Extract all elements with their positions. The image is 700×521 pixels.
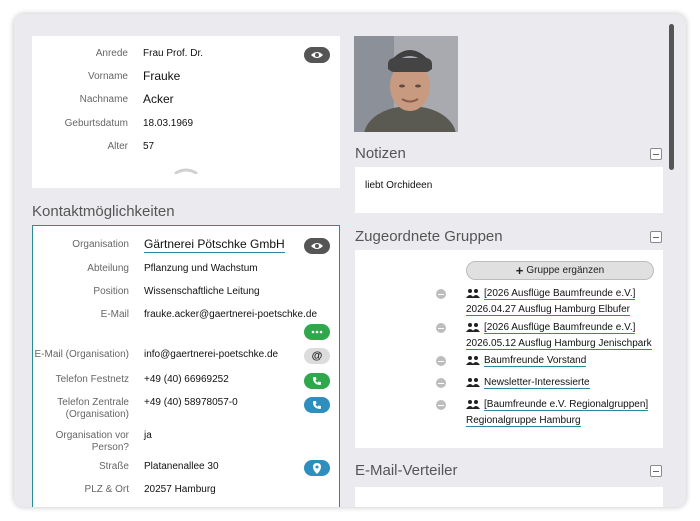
- email-org-label: E-Mail (Organisation): [34, 349, 129, 360]
- groups-title: Zugeordnete Gruppen: [355, 228, 503, 245]
- field-value-nachname: Acker: [143, 92, 174, 106]
- field-value-alter: 57: [143, 141, 155, 152]
- groups-collapse-icon[interactable]: [650, 231, 662, 243]
- position-value: Wissenschaftliche Leitung: [144, 286, 260, 297]
- field-label-alter: Alter: [107, 141, 128, 152]
- tel-value[interactable]: +49 (40) 66969252: [144, 374, 229, 385]
- email-org-value[interactable]: info@gaertnerei-poetschke.de: [144, 349, 278, 360]
- email-more-button[interactable]: [304, 324, 330, 340]
- contact-card: Organisation Gärtnerei Pötschke GmbH Abt…: [32, 225, 340, 507]
- collapse-chevron-icon[interactable]: [174, 166, 198, 174]
- notes-text: liebt Orchideen: [365, 180, 433, 191]
- people-icon: [466, 323, 480, 333]
- org-person-label-2: Person?: [91, 442, 129, 453]
- visibility-toggle-button[interactable]: [304, 47, 330, 63]
- location-pin-icon: [313, 462, 321, 474]
- avatar: [354, 36, 458, 132]
- organisation-link[interactable]: Gärtnerei Pötschke GmbH: [144, 237, 285, 253]
- group-line2: Regionalgruppe Hamburg: [466, 415, 581, 427]
- tel-label: Telefon Festnetz: [55, 374, 129, 385]
- notes-title: Notizen: [355, 145, 406, 162]
- eye-icon: [311, 243, 323, 249]
- vertical-scrollbar[interactable]: [669, 24, 674, 170]
- people-icon: [466, 378, 480, 388]
- street-label: Straße: [98, 461, 129, 472]
- people-icon: [466, 356, 480, 366]
- field-label-nachname: Nachname: [79, 94, 128, 105]
- organisation-value[interactable]: Gärtnerei Pötschke GmbH: [144, 237, 285, 253]
- call-tel-org-button[interactable]: [304, 397, 330, 413]
- abteilung-value: Pflanzung und Wachstum: [144, 263, 258, 274]
- street-value: Platanenallee 30: [144, 461, 219, 472]
- plus-icon: +: [515, 263, 524, 278]
- group-item[interactable]: [2026 Ausflüge Baumfreunde e.V.] 2026.04…: [466, 286, 636, 318]
- people-icon: [466, 400, 480, 410]
- group-item[interactable]: [Baumfreunde e.V. Regionalgruppen] Regio…: [466, 397, 649, 429]
- add-group-label: Gruppe ergänzen: [526, 265, 605, 276]
- mailing-card: [355, 487, 663, 507]
- plz-label: PLZ & Ort: [84, 484, 129, 495]
- mailing-collapse-icon[interactable]: [650, 465, 662, 477]
- group-line1: Baumfreunde Vorstand: [484, 355, 587, 367]
- group-item[interactable]: Baumfreunde Vorstand: [466, 353, 587, 369]
- groups-card: + Gruppe ergänzen [2026 Ausflüge Baumfre…: [355, 250, 663, 448]
- notes-collapse-icon[interactable]: [650, 148, 662, 160]
- more-icon: [311, 330, 323, 334]
- person-card: Anrede Frau Prof. Dr. Vorname Frauke Nac…: [32, 36, 340, 188]
- organisation-view-button[interactable]: [304, 238, 330, 254]
- abteilung-label: Abteilung: [87, 263, 129, 274]
- org-person-value: ja: [144, 430, 152, 441]
- field-value-geburtsdatum: 18.03.1969: [143, 118, 194, 129]
- add-group-button[interactable]: + Gruppe ergänzen: [466, 261, 654, 280]
- tel-org-label: Telefon Zentrale (Organisation): [19, 397, 129, 421]
- people-icon: [466, 289, 480, 299]
- group-line1: [2026 Ausflüge Baumfreunde e.V.]: [484, 322, 636, 334]
- app-frame: Anrede Frau Prof. Dr. Vorname Frauke Nac…: [14, 14, 686, 507]
- email-label: E-Mail: [100, 309, 129, 320]
- at-icon: @: [311, 350, 323, 362]
- remove-group-button[interactable]: [436, 356, 446, 366]
- group-item[interactable]: Newsletter-Interessierte: [466, 375, 590, 391]
- phone-icon: [313, 401, 321, 409]
- field-value-anrede: Frau Prof. Dr.: [143, 48, 204, 59]
- org-person-label: Organisation vor Person?: [19, 430, 129, 454]
- profile-photo: [354, 36, 458, 132]
- group-line2: 2026.05.12 Ausflug Hamburg Jenischpark: [466, 338, 652, 350]
- group-line1: [2026 Ausflüge Baumfreunde e.V.]: [484, 288, 636, 300]
- field-label-vorname: Vorname: [87, 71, 128, 82]
- email-org-button[interactable]: @: [304, 348, 330, 364]
- group-item[interactable]: [2026 Ausflüge Baumfreunde e.V.] 2026.05…: [466, 320, 652, 352]
- field-label-anrede: Anrede: [95, 48, 128, 59]
- field-value-vorname: Frauke: [143, 69, 181, 83]
- org-person-label-1: Organisation vor: [55, 430, 129, 441]
- position-label: Position: [93, 286, 129, 297]
- group-line1: [Baumfreunde e.V. Regionalgruppen]: [484, 399, 649, 411]
- call-tel-button[interactable]: [304, 373, 330, 389]
- email-value[interactable]: frauke.acker@gaertnerei-poetschke.de: [144, 309, 317, 320]
- mailing-title: E-Mail-Verteiler: [355, 462, 458, 479]
- contact-title: Kontaktmöglichkeiten: [32, 203, 175, 220]
- notes-card: liebt Orchideen: [355, 167, 663, 213]
- phone-icon: [313, 377, 321, 385]
- remove-group-button[interactable]: [436, 400, 446, 410]
- organisation-label: Organisation: [72, 239, 129, 250]
- remove-group-button[interactable]: [436, 378, 446, 388]
- plz-value: 20257 Hamburg: [144, 484, 216, 495]
- group-line1: Newsletter-Interessierte: [484, 377, 590, 389]
- tel-org-value[interactable]: +49 (40) 58978057-0: [144, 397, 238, 408]
- tel-org-label-2: (Organisation): [65, 409, 129, 420]
- field-label-geburtsdatum: Geburtsdatum: [64, 118, 128, 129]
- group-line2: 2026.04.27 Ausflug Hamburg Elbufer: [466, 304, 630, 316]
- remove-group-button[interactable]: [436, 323, 446, 333]
- map-button[interactable]: [304, 460, 330, 476]
- eye-icon: [311, 52, 323, 58]
- tel-org-label-1: Telefon Zentrale: [57, 397, 129, 408]
- remove-group-button[interactable]: [436, 289, 446, 299]
